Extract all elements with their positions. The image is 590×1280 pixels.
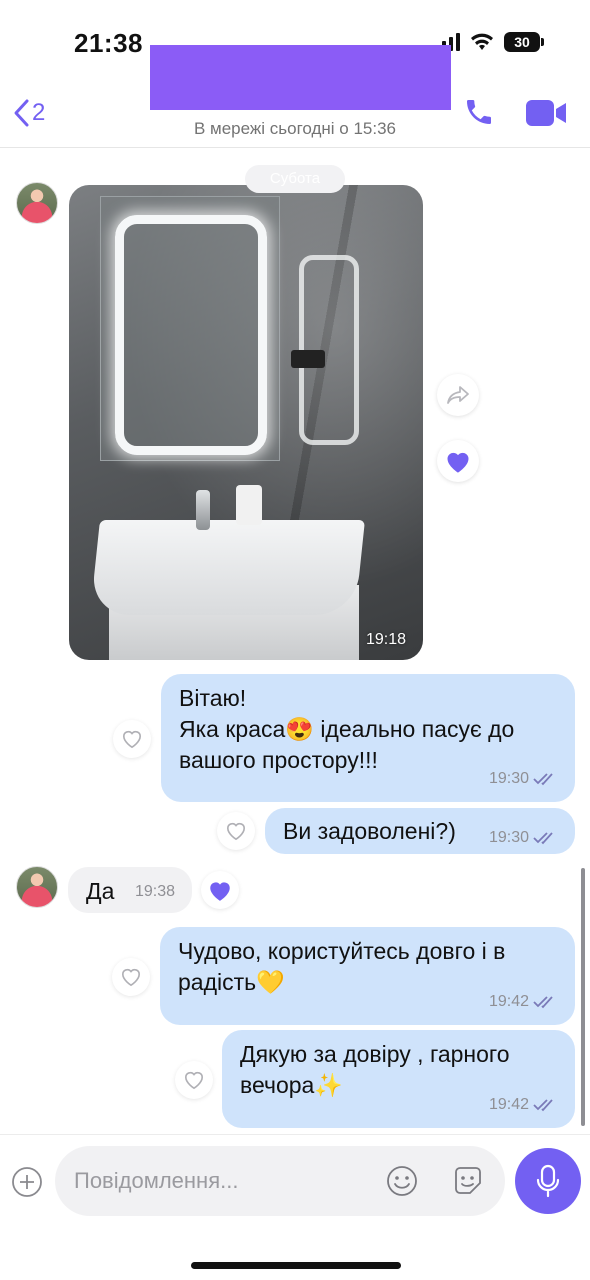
- message-text: Чудово, користуйтесь довго і в радість💛: [178, 938, 506, 995]
- wifi-icon: [471, 33, 493, 50]
- message-text: Ви задоволені?): [283, 818, 456, 844]
- photo-message[interactable]: 19:18: [69, 185, 423, 660]
- header-divider: [0, 147, 590, 148]
- heart-outline-icon: [184, 1071, 204, 1090]
- like-button[interactable]: [112, 958, 150, 996]
- battery-icon: 30: [504, 32, 544, 52]
- message-text: Дякую за довіру , гарного вечора✨: [240, 1041, 510, 1098]
- attach-button[interactable]: [11, 1166, 43, 1203]
- message-meta: 19:30: [489, 822, 559, 853]
- emoji-button[interactable]: [385, 1164, 419, 1203]
- video-camera-icon: [526, 100, 566, 126]
- message-bubble-outgoing[interactable]: Вітаю! Яка краса😍 ідеально пасує до вашо…: [161, 674, 575, 802]
- message-text: Вітаю! Яка краса😍 ідеально пасує до вашо…: [179, 685, 515, 773]
- like-button[interactable]: [217, 812, 255, 850]
- voice-message-button[interactable]: [515, 1148, 581, 1214]
- heart-filled-icon: [447, 452, 469, 473]
- double-check-icon: [533, 1098, 553, 1111]
- message-meta: 19:42: [489, 986, 559, 1017]
- like-button[interactable]: [113, 720, 151, 758]
- date-separator: Субота: [245, 165, 345, 193]
- scrollbar[interactable]: [581, 868, 585, 1126]
- photo-time: 19:18: [365, 631, 406, 648]
- message-time: 19:42: [488, 993, 529, 1010]
- contact-avatar[interactable]: [16, 866, 58, 908]
- heart-outline-icon: [121, 968, 141, 987]
- double-check-icon: [533, 995, 553, 1008]
- contact-avatar[interactable]: [16, 182, 58, 224]
- home-indicator: [191, 1262, 401, 1269]
- message-meta: 19:38: [135, 883, 175, 901]
- like-button-photo[interactable]: [437, 440, 479, 482]
- forward-button[interactable]: [437, 374, 479, 416]
- message-time: 19:30: [488, 829, 529, 846]
- double-check-icon: [533, 831, 553, 844]
- message-text: Да: [86, 878, 115, 904]
- call-button[interactable]: [463, 96, 495, 133]
- microphone-icon: [536, 1164, 560, 1198]
- heart-outline-icon: [122, 730, 142, 749]
- phone-icon: [467, 100, 491, 124]
- smiley-icon: [387, 1166, 417, 1196]
- heart-filled-icon: [210, 882, 230, 901]
- message-meta: 19:30: [489, 763, 559, 794]
- presence-status: В мережі сьогодні о 15:36: [193, 119, 397, 138]
- message-bubble-outgoing[interactable]: Ви задоволені?) 19:30: [265, 808, 575, 854]
- redacted-contact-name: [150, 45, 451, 110]
- message-input[interactable]: [74, 1164, 374, 1198]
- sticker-button[interactable]: [451, 1164, 485, 1203]
- video-call-button[interactable]: [525, 97, 567, 134]
- composer-divider: [0, 1134, 590, 1135]
- message-bubble-outgoing[interactable]: Дякую за довіру , гарного вечора✨ 19:42: [222, 1030, 575, 1128]
- heart-outline-icon: [226, 822, 246, 841]
- plus-circle-icon: [12, 1167, 42, 1197]
- message-input-container[interactable]: [55, 1146, 505, 1216]
- message-meta: 19:42: [489, 1089, 559, 1120]
- message-time: 19:42: [488, 1096, 529, 1113]
- message-bubble-incoming[interactable]: Да 19:38: [68, 867, 192, 913]
- double-check-icon: [533, 772, 553, 785]
- status-time: 21:38: [74, 28, 143, 58]
- share-arrow-icon: [447, 386, 469, 404]
- message-bubble-outgoing[interactable]: Чудово, користуйтесь довго і в радість💛 …: [160, 927, 575, 1025]
- like-button[interactable]: [175, 1061, 213, 1099]
- like-button[interactable]: [201, 871, 239, 909]
- message-time: 19:30: [488, 770, 529, 787]
- sticker-icon: [455, 1167, 481, 1194]
- message-time: 19:38: [134, 883, 175, 900]
